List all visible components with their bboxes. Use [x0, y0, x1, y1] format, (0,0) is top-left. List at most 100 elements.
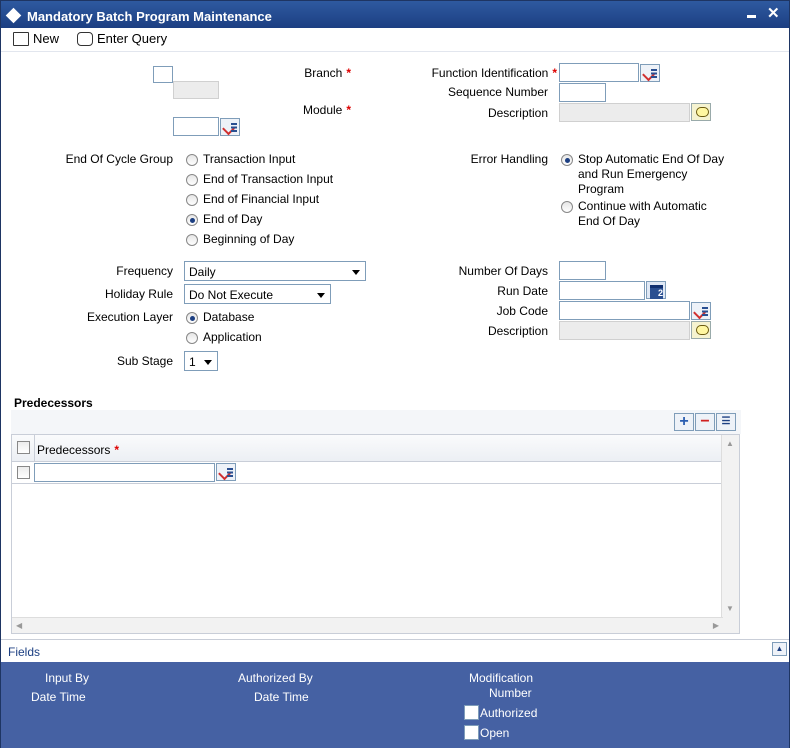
- job-description-field: [559, 321, 690, 340]
- open-label: Open: [480, 726, 510, 740]
- description-label: Description: [487, 106, 548, 120]
- sub-stage-label: Sub Stage: [116, 354, 173, 368]
- vertical-scrollbar[interactable]: ▲ ▼: [721, 435, 739, 633]
- chevron-down-icon: [352, 270, 360, 275]
- select-all-checkbox[interactable]: [17, 441, 30, 454]
- error-handling-label: Error Handling: [470, 152, 548, 166]
- header-divider: [34, 435, 35, 462]
- error-option-continue-label: Continue with Automatic End Of Day: [578, 199, 707, 228]
- job-code-input[interactable]: [559, 301, 690, 320]
- frequency-label: Frequency: [116, 264, 173, 278]
- authorized-by-label: Authorized By: [238, 671, 313, 685]
- predecessors-title: Predecessors: [14, 396, 93, 410]
- error-radio-continue[interactable]: [561, 201, 573, 213]
- minimize-icon[interactable]: [747, 15, 756, 18]
- branch-toggle-icon[interactable]: [153, 66, 173, 83]
- collapse-up-icon[interactable]: ▲: [772, 642, 787, 656]
- error-radio-stop[interactable]: [561, 154, 573, 166]
- job-description-label: Description: [487, 324, 548, 338]
- grid-header: Predecessors *: [12, 435, 721, 462]
- predecessors-grid: Predecessors * ▲ ▼ ◀ ▶: [11, 434, 740, 634]
- view-list-button[interactable]: ☰: [716, 413, 736, 431]
- eoc-radio-end-of-day[interactable]: [186, 214, 198, 226]
- authorized-checkbox[interactable]: [464, 705, 479, 720]
- eoc-option-label: End of Transaction Input: [203, 172, 334, 186]
- calendar-icon[interactable]: [646, 281, 666, 299]
- title-bar: Mandatory Batch Program Maintenance ✕: [1, 1, 789, 28]
- window-title: Mandatory Batch Program Maintenance: [27, 9, 272, 24]
- run-date-label: Run Date: [497, 284, 548, 298]
- sequence-number-input[interactable]: [559, 83, 606, 102]
- module-lov-icon[interactable]: [220, 118, 240, 136]
- enter-query-button[interactable]: Enter Query: [77, 31, 167, 46]
- error-option-stop-label: Stop Automatic End Of Day and Run Emerge…: [578, 152, 725, 196]
- holiday-rule-label: Holiday Rule: [104, 287, 173, 301]
- scroll-left-icon[interactable]: ◀: [16, 621, 22, 630]
- query-icon: [77, 31, 93, 46]
- sequence-number-label: Sequence Number: [447, 85, 548, 99]
- sub-stage-select[interactable]: 1: [184, 351, 218, 371]
- predecessors-toolbar: [11, 410, 741, 434]
- description-popup-icon[interactable]: [691, 103, 711, 121]
- eoc-radio-transaction-input[interactable]: [186, 154, 198, 166]
- open-checkbox[interactable]: [464, 725, 479, 740]
- module-input[interactable]: [173, 117, 219, 136]
- run-date-input[interactable]: [559, 281, 645, 300]
- execution-radio-database[interactable]: [186, 312, 198, 324]
- eoc-option-label: Beginning of Day: [203, 232, 295, 246]
- add-row-button[interactable]: +: [674, 413, 694, 431]
- branch-label: Branch *: [304, 66, 351, 80]
- chevron-down-icon: [317, 293, 325, 298]
- execution-option-label: Database: [203, 310, 255, 324]
- job-code-lov-icon[interactable]: [691, 302, 711, 320]
- function-id-input[interactable]: [559, 63, 639, 82]
- app-diamond-icon: [5, 7, 22, 24]
- scroll-right-icon[interactable]: ▶: [713, 621, 719, 630]
- eoc-group-label: End Of Cycle Group: [65, 152, 173, 166]
- horizontal-scrollbar[interactable]: ◀ ▶: [12, 617, 723, 633]
- holiday-rule-value: Do Not Execute: [189, 288, 274, 302]
- predecessors-column-header: Predecessors *: [37, 443, 120, 457]
- toolbar: New Enter Query: [1, 28, 789, 52]
- audit-footer: Input By Date Time Authorized By Date Ti…: [1, 662, 789, 748]
- close-icon[interactable]: ✕: [767, 4, 780, 22]
- job-description-popup-icon[interactable]: [691, 321, 711, 339]
- fields-bar: Fields ▲: [1, 639, 789, 662]
- chevron-down-icon: [204, 360, 212, 365]
- frequency-value: Daily: [189, 265, 216, 279]
- modification-number-label: Number: [489, 686, 532, 700]
- fields-link[interactable]: Fields: [8, 645, 40, 659]
- frequency-select[interactable]: Daily: [184, 261, 366, 281]
- branch-display-field: [173, 81, 219, 99]
- delete-row-button[interactable]: −: [695, 413, 715, 431]
- description-field: [559, 103, 690, 122]
- predecessor-input[interactable]: [34, 463, 215, 482]
- number-of-days-label: Number Of Days: [458, 264, 548, 278]
- new-label: New: [33, 31, 60, 46]
- table-row: [12, 462, 721, 484]
- authorized-label: Authorized: [480, 706, 538, 720]
- eoc-radio-end-of-transaction-input[interactable]: [186, 174, 198, 186]
- eoc-radio-beginning-of-day[interactable]: [186, 234, 198, 246]
- execution-radio-application[interactable]: [186, 332, 198, 344]
- function-id-lov-icon[interactable]: [640, 64, 660, 82]
- eoc-option-label: Transaction Input: [203, 152, 296, 166]
- eoc-option-label: End of Day: [203, 212, 263, 226]
- date-time-label: Date Time: [31, 690, 86, 704]
- sub-stage-value: 1: [189, 355, 196, 369]
- predecessor-lov-icon[interactable]: [216, 463, 236, 481]
- modification-label: Modification: [469, 671, 534, 685]
- number-of-days-input[interactable]: [559, 261, 606, 280]
- scroll-down-icon[interactable]: ▼: [726, 604, 734, 613]
- holiday-rule-select[interactable]: Do Not Execute: [184, 284, 331, 304]
- eoc-radio-end-of-financial-input[interactable]: [186, 194, 198, 206]
- input-by-label: Input By: [45, 671, 90, 685]
- new-button[interactable]: New: [13, 31, 59, 46]
- scroll-up-icon[interactable]: ▲: [726, 439, 734, 448]
- execution-layer-label: Execution Layer: [86, 310, 173, 324]
- new-record-icon: [13, 31, 29, 46]
- module-label: Module *: [302, 103, 351, 117]
- authorized-date-time-label: Date Time: [254, 690, 309, 704]
- function-id-label: Function Identification *: [431, 66, 557, 80]
- row-select-checkbox[interactable]: [17, 466, 30, 479]
